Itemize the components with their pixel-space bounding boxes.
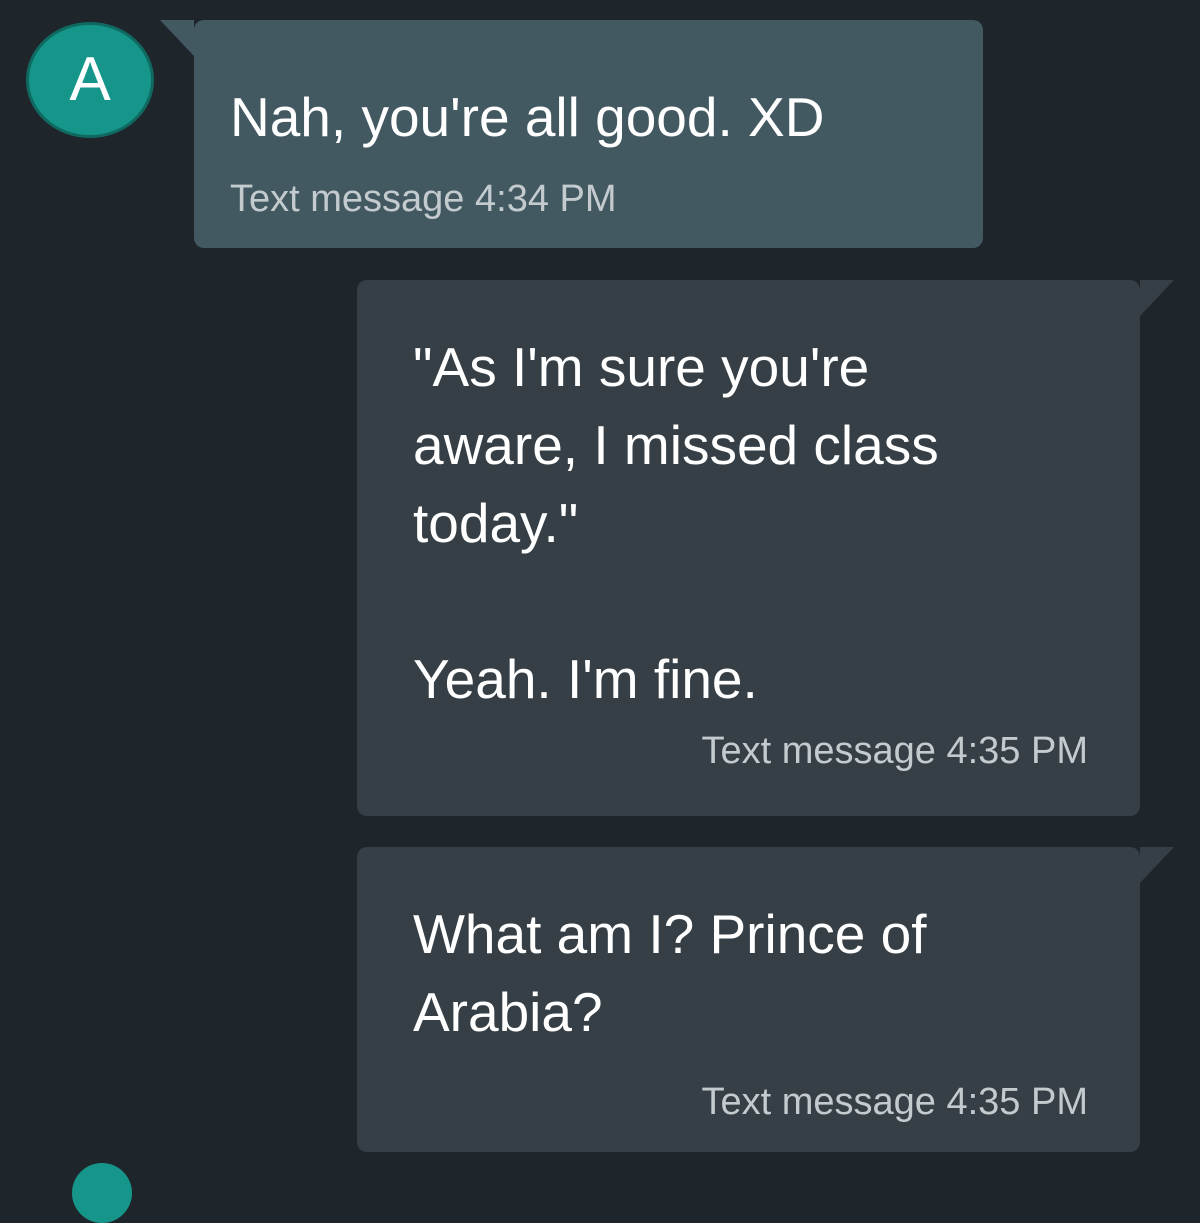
- message-timestamp: Text message 4:35 PM: [701, 1081, 1088, 1123]
- message-text: "As I'm sure you're aware, I missed clas…: [413, 336, 939, 710]
- message-text: What am I? Prince of Arabia?: [413, 903, 927, 1043]
- message-bubble-outgoing[interactable]: "As I'm sure you're aware, I missed clas…: [357, 280, 1174, 816]
- next-message-avatar[interactable]: [72, 1163, 132, 1223]
- bubble-tail: [160, 20, 194, 56]
- message-timestamp: Text message 4:35 PM: [701, 730, 1088, 772]
- message-text: Nah, you're all good. XD: [230, 86, 825, 148]
- bubble-tail: [1140, 280, 1174, 316]
- message-bubble-incoming[interactable]: Nah, you're all good. XD Text message 4:…: [160, 20, 983, 248]
- contact-avatar-initial: A: [69, 45, 111, 114]
- bubble-tail: [1140, 847, 1174, 883]
- message-timestamp: Text message 4:34 PM: [230, 178, 617, 220]
- contact-avatar[interactable]: A: [26, 22, 154, 138]
- message-bubble-outgoing[interactable]: What am I? Prince of Arabia? Text messag…: [357, 847, 1174, 1152]
